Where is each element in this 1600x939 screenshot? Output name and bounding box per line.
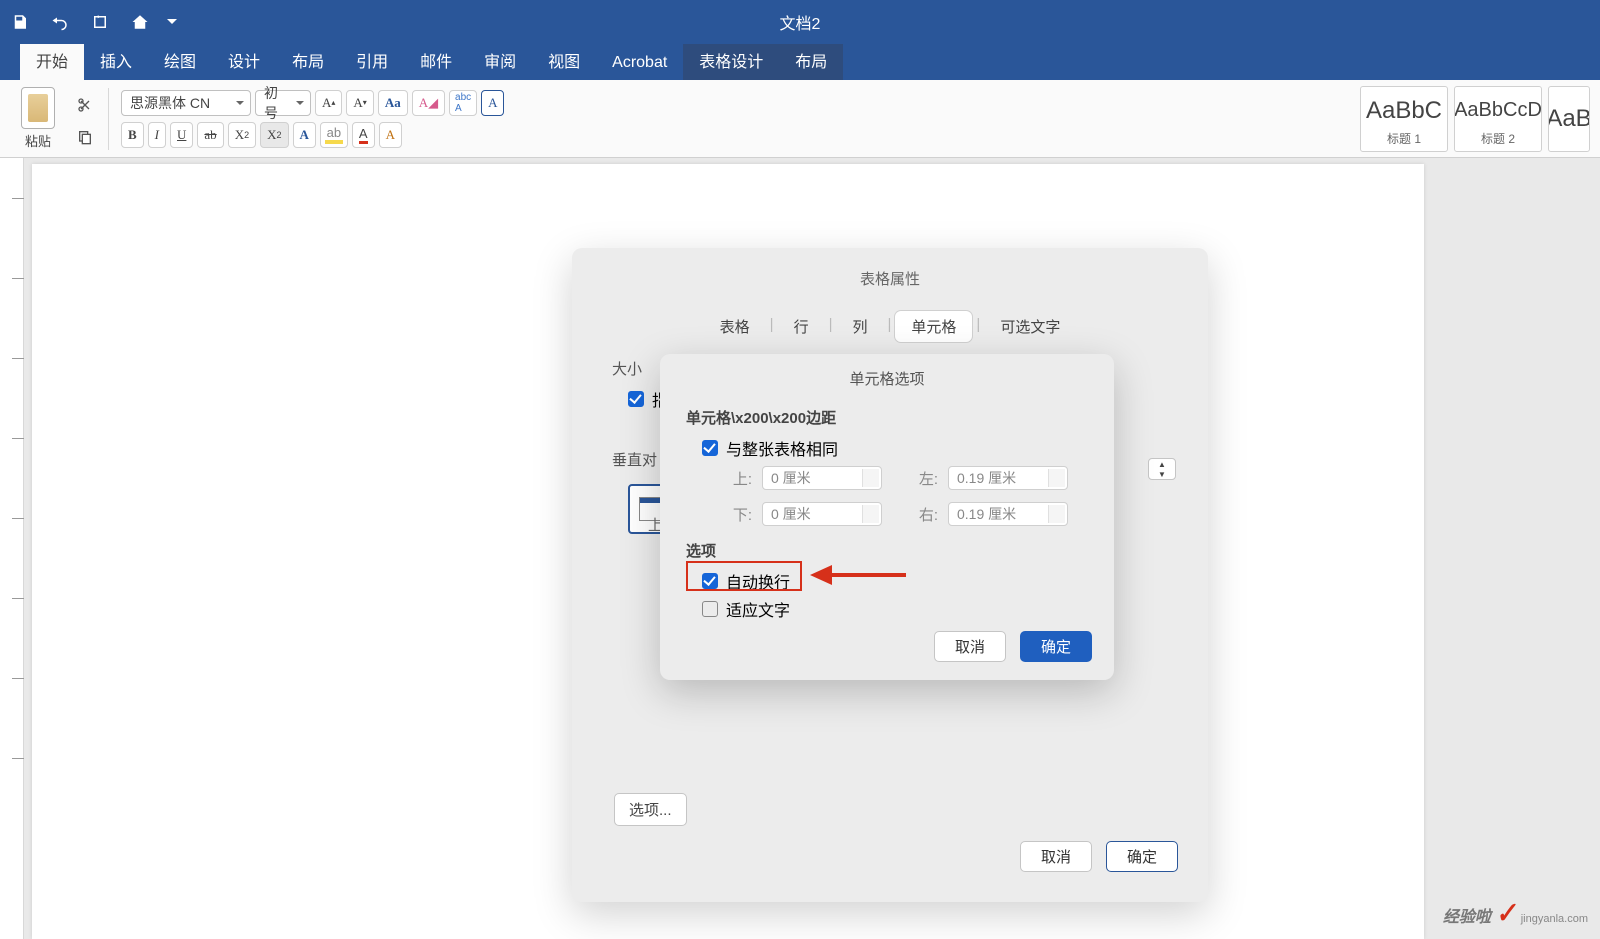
width-unit-stepper[interactable]: ▲▼ <box>1148 458 1176 480</box>
watermark: 经验啦 ✓ jingyanla.com <box>1443 898 1588 929</box>
tab-alttext[interactable]: 可选文字 <box>984 311 1076 342</box>
shrink-font-button[interactable]: A▾ <box>346 90 373 116</box>
margin-right-label: 右: <box>892 504 938 525</box>
font-name-value: 思源黑体 CN <box>130 93 210 113</box>
font-size-value: 初号 <box>264 83 288 123</box>
dialog1-ok-button[interactable]: 确定 <box>1106 841 1178 872</box>
tab-column[interactable]: 列 <box>836 311 883 342</box>
cell-margins-grid: 上: 0 厘米 左: 0.19 厘米 下: 0 厘米 右: 0.19 厘米 <box>660 462 1114 530</box>
qat-customize-button[interactable] <box>160 0 184 44</box>
font-size-combo[interactable]: 初号 <box>255 90 311 116</box>
clipboard-group: 粘贴 <box>10 87 66 150</box>
margin-top-input[interactable]: 0 厘米 <box>762 466 882 490</box>
char-shading-button[interactable]: A <box>379 122 402 148</box>
dialog-tabbar: 表格 | 行 | 列 | 单元格 | 可选文字 <box>572 297 1208 352</box>
dialog-title: 表格属性 <box>572 248 1208 297</box>
dialog2-title: 单元格选项 <box>660 354 1114 393</box>
superscript-button[interactable]: X2 <box>260 122 288 148</box>
ribbon: 粘贴 思源黑体 CN 初号 A▴ A▾ Aa A◢ abcA A B I U a… <box>0 80 1600 158</box>
margin-bottom-label: 下: <box>706 504 752 525</box>
font-group: 思源黑体 CN 初号 A▴ A▾ Aa A◢ abcA A B I U ab X… <box>121 90 504 148</box>
fit-text-label: 适应文字 <box>726 597 790 621</box>
same-as-table-label: 与整张表格相同 <box>726 436 838 460</box>
paste-button[interactable]: 粘贴 <box>14 87 62 150</box>
paste-label: 粘贴 <box>25 131 51 150</box>
tab-insert[interactable]: 插入 <box>84 40 148 80</box>
same-as-table-checkbox[interactable] <box>702 440 718 456</box>
dialog2-ok-button[interactable]: 确定 <box>1020 631 1092 662</box>
style-label: 标题 2 <box>1481 130 1515 147</box>
tab-review[interactable]: 审阅 <box>468 40 532 80</box>
cut-button[interactable] <box>74 94 96 116</box>
tab-draw[interactable]: 绘图 <box>148 40 212 80</box>
tab-home[interactable]: 开始 <box>20 40 84 80</box>
phonetic-guide-button[interactable]: abcA <box>449 90 477 116</box>
document-area: 表格属性 表格 | 行 | 列 | 单元格 | 可选文字 大小 指 ▲▼ 垂直对… <box>0 158 1600 939</box>
wrap-text-label: 自动换行 <box>726 569 790 593</box>
styles-gallery: AaBbC 标题 1 AaBbCcD 标题 2 AaB <box>1360 86 1590 152</box>
char-border-button[interactable]: A <box>481 90 504 116</box>
grow-font-button[interactable]: A▴ <box>315 90 342 116</box>
text-effects-button[interactable]: A <box>293 122 316 148</box>
redo-button[interactable] <box>80 0 120 44</box>
clipboard-icon <box>21 87 55 129</box>
strike-button[interactable]: ab <box>197 122 223 148</box>
wrap-text-checkbox[interactable] <box>702 573 718 589</box>
watermark-url: jingyanla.com <box>1521 913 1588 925</box>
clear-format-button[interactable]: A◢ <box>412 90 445 116</box>
margin-bottom-input[interactable]: 0 厘米 <box>762 502 882 526</box>
cell-margins-label: 单元格\x200\x200边距 <box>660 393 1114 434</box>
style-sample: AaBbC <box>1366 91 1442 130</box>
style-more[interactable]: AaB <box>1548 86 1590 152</box>
document-title: 文档2 <box>780 10 821 34</box>
font-name-combo[interactable]: 思源黑体 CN <box>121 90 251 116</box>
quick-access-toolbar: 文档2 <box>0 0 1600 44</box>
home-button[interactable] <box>120 0 160 44</box>
ribbon-tabs: 开始 插入 绘图 设计 布局 引用 邮件 审阅 视图 Acrobat 表格设计 … <box>0 44 1600 80</box>
dialog2-cancel-button[interactable]: 取消 <box>934 631 1006 662</box>
tab-table-layout[interactable]: 布局 <box>779 40 843 80</box>
margin-right-input[interactable]: 0.19 厘米 <box>948 502 1068 526</box>
preferred-width-checkbox[interactable] <box>628 391 644 407</box>
tab-table[interactable]: 表格 <box>704 311 766 342</box>
dialog1-cancel-button[interactable]: 取消 <box>1020 841 1092 872</box>
options-section-label: 选项 <box>660 530 1114 567</box>
tab-mailings[interactable]: 邮件 <box>404 40 468 80</box>
tab-cell[interactable]: 单元格 <box>895 311 972 342</box>
options-button[interactable]: 选项... <box>614 793 687 826</box>
bold-button[interactable]: B <box>121 122 144 148</box>
margin-top-label: 上: <box>706 468 752 489</box>
check-icon: ✓ <box>1493 897 1519 931</box>
margin-left-label: 左: <box>892 468 938 489</box>
style-sample: AaBbCcD <box>1454 91 1542 130</box>
change-case-button[interactable]: Aa <box>378 90 408 116</box>
tab-table-design[interactable]: 表格设计 <box>683 40 779 80</box>
tab-acrobat[interactable]: Acrobat <box>596 46 683 80</box>
tab-row[interactable]: 行 <box>778 311 825 342</box>
undo-button[interactable] <box>40 0 80 44</box>
tab-references[interactable]: 引用 <box>340 40 404 80</box>
tab-view[interactable]: 视图 <box>532 40 596 80</box>
margin-left-input[interactable]: 0.19 厘米 <box>948 466 1068 490</box>
style-heading2[interactable]: AaBbCcD 标题 2 <box>1454 86 1542 152</box>
vertical-ruler[interactable] <box>0 158 24 939</box>
style-sample: AaB <box>1548 91 1590 147</box>
highlight-button[interactable]: ab <box>320 122 348 148</box>
save-button[interactable] <box>0 0 40 44</box>
italic-button[interactable]: I <box>148 122 166 148</box>
cell-options-dialog: 单元格选项 单元格\x200\x200边距 与整张表格相同 上: 0 厘米 左:… <box>660 354 1114 680</box>
tab-design[interactable]: 设计 <box>212 40 276 80</box>
watermark-text: 经验啦 <box>1443 903 1491 927</box>
style-heading1[interactable]: AaBbC 标题 1 <box>1360 86 1448 152</box>
copy-button[interactable] <box>74 126 96 148</box>
underline-button[interactable]: U <box>170 122 193 148</box>
fit-text-checkbox[interactable] <box>702 601 718 617</box>
tab-layout[interactable]: 布局 <box>276 40 340 80</box>
subscript-button[interactable]: X2 <box>228 122 256 148</box>
style-label: 标题 1 <box>1387 130 1421 147</box>
font-color-button[interactable]: A <box>352 122 375 148</box>
